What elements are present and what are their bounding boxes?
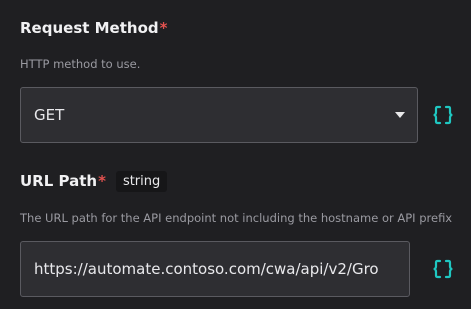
request-method-description: HTTP method to use.: [20, 57, 141, 71]
url-path-input-value: https://automate.contoso.com/cwa/api/v2/…: [34, 260, 379, 278]
type-badge: string: [115, 170, 168, 192]
request-method-field: Request Method * HTTP method to use. GET: [0, 0, 471, 150]
url-path-label-text: URL Path: [20, 172, 98, 190]
url-path-label: URL Path * string: [20, 168, 168, 194]
request-method-selected-value: GET: [34, 106, 65, 124]
required-asterisk: *: [98, 172, 106, 190]
code-brackets-icon[interactable]: [432, 258, 454, 280]
url-path-description: The URL path for the API endpoint not in…: [20, 211, 453, 225]
chevron-down-icon: [395, 112, 405, 118]
url-path-input[interactable]: https://automate.contoso.com/cwa/api/v2/…: [20, 241, 410, 297]
required-asterisk: *: [159, 19, 168, 37]
request-method-label: Request Method *: [20, 17, 168, 39]
url-path-field: URL Path * string The URL path for the A…: [0, 150, 471, 309]
request-method-select[interactable]: GET: [20, 87, 418, 143]
code-brackets-icon[interactable]: [432, 104, 454, 126]
request-method-label-text: Request Method: [20, 19, 159, 37]
